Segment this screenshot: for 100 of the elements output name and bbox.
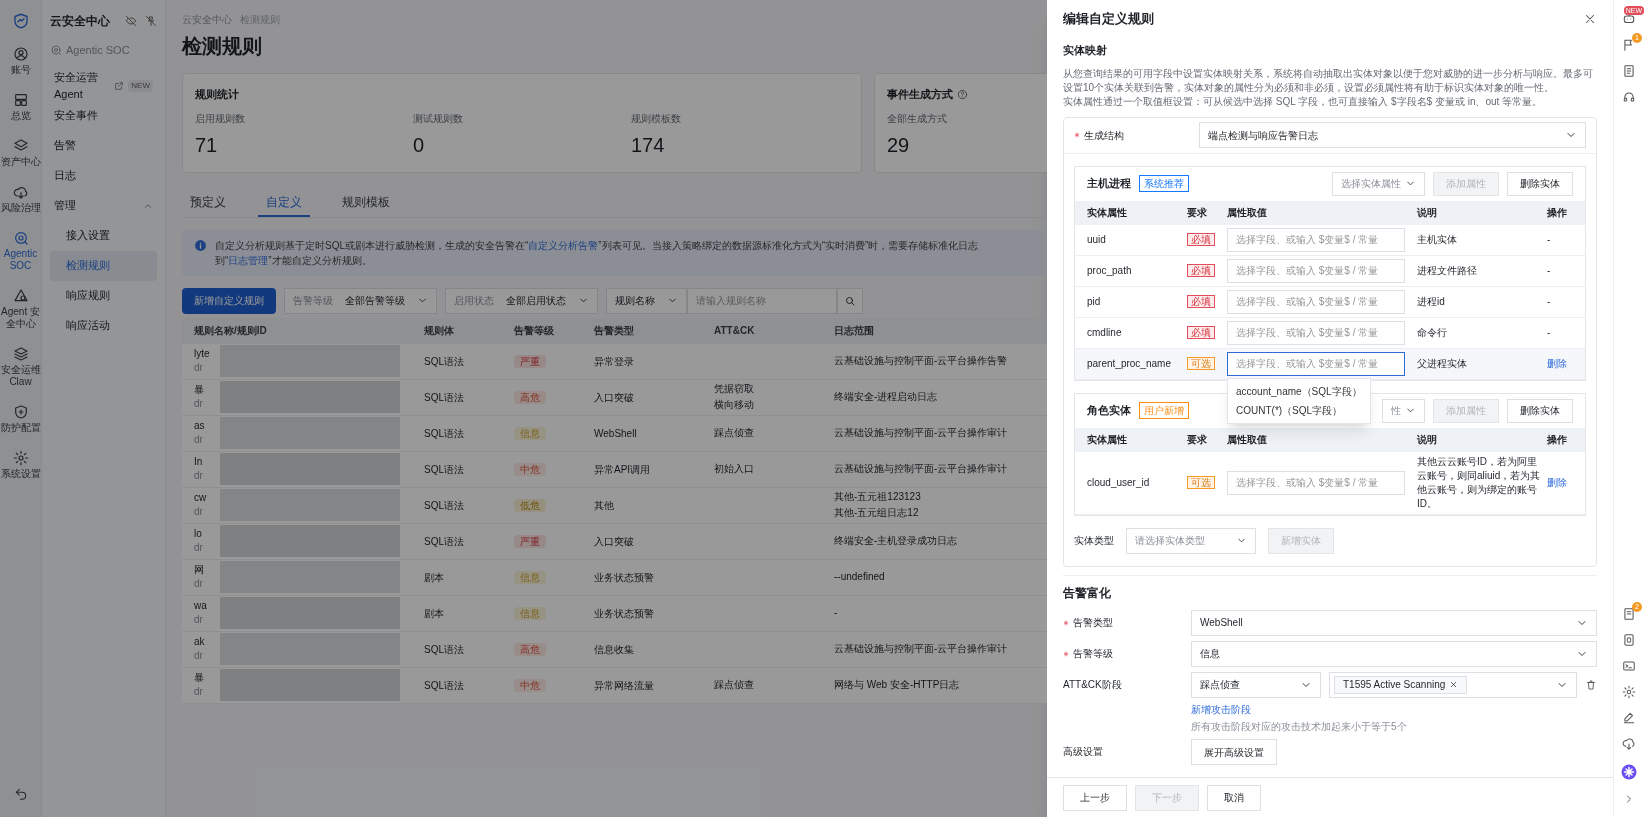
nav-rail-item[interactable]: 防护配置	[0, 400, 41, 438]
remove-icon[interactable]	[1449, 680, 1459, 689]
requirement-tag: 可选	[1187, 476, 1215, 489]
rule-name[interactable]: 暴	[194, 671, 216, 685]
robot-icon[interactable]	[1622, 12, 1636, 26]
field-label: 生成结构	[1084, 128, 1124, 143]
undo-icon[interactable]	[13, 787, 28, 801]
pen-icon[interactable]	[1622, 711, 1636, 725]
delete-entity-button[interactable]: 删除实体	[1507, 398, 1573, 423]
shield-logo-icon[interactable]	[11, 12, 30, 30]
dropdown-option[interactable]: COUNT(*)（SQL字段）	[1228, 400, 1370, 420]
rule-id: dr	[194, 613, 204, 627]
terminal-icon[interactable]	[1622, 659, 1636, 673]
close-icon[interactable]	[1583, 12, 1597, 26]
column-header: 实体属性	[1087, 433, 1128, 447]
document-icon[interactable]	[1622, 64, 1636, 78]
document-icon[interactable]	[1622, 607, 1636, 621]
delete-link[interactable]: 删除	[1547, 358, 1567, 369]
metric-label: 全部生成方式	[887, 111, 948, 126]
table-cell-text: 云基础设施与控制平面-云平台操作告警	[834, 354, 1009, 368]
sidebar-item[interactable]: 响应活动	[50, 310, 157, 341]
nav-rail-item[interactable]: 风险治理	[0, 180, 41, 218]
stage-select[interactable]: 踩点侦查	[1191, 671, 1321, 698]
sidebar-item-label[interactable]: 安全运营 Agent	[54, 69, 115, 102]
sidebar-item[interactable]: 响应规则	[50, 280, 157, 311]
delete-entity-button[interactable]: 删除实体	[1507, 171, 1573, 196]
menu-group-toggle[interactable]: 管理	[50, 190, 157, 221]
rule-id: dr	[194, 505, 204, 519]
target-icon	[12, 230, 29, 246]
attribute-select[interactable]: 性	[1382, 398, 1425, 423]
tab[interactable]: 自定义	[258, 188, 310, 217]
filter-dropdown[interactable]: 启用状态 全部启用状态	[445, 287, 598, 314]
sidebar-item[interactable]: 安全事件	[50, 100, 157, 131]
attribute-description: 主机实体	[1417, 232, 1458, 247]
requirement-tag: 可选	[1187, 357, 1215, 370]
trash-icon[interactable]	[1585, 678, 1597, 691]
nav-rail-item[interactable]: 系统设置	[0, 446, 41, 484]
tab[interactable]: 规则模板	[334, 188, 398, 217]
rule-name[interactable]: 网	[194, 563, 216, 577]
rule-id: dr	[194, 685, 204, 699]
nav-rail-item[interactable]: 资产中心	[0, 134, 41, 172]
table-cell-text: SQL语法	[424, 642, 465, 657]
rule-name[interactable]: cw	[194, 491, 216, 505]
rule-name[interactable]: as	[194, 419, 216, 433]
tab[interactable]: 预定义	[182, 188, 234, 217]
search-button[interactable]	[837, 287, 863, 314]
column-header: 告警类型	[594, 324, 635, 338]
input-field[interactable]: 选择字段、或输入 $变量$ / 常量	[1227, 351, 1405, 376]
select-field[interactable]: 信息	[1191, 640, 1597, 667]
cloud-download-icon[interactable]	[1622, 737, 1636, 751]
technique-chip[interactable]: T1595 Active Scanning	[1334, 675, 1468, 694]
footer-button[interactable]: 上一步	[1063, 784, 1127, 811]
sidebar-item[interactable]: 日志	[50, 160, 157, 191]
filter-dropdown[interactable]: 告警等级 全部告警等级	[284, 287, 437, 314]
delete-link[interactable]: 删除	[1547, 477, 1567, 488]
gear-icon[interactable]	[1622, 685, 1636, 699]
eye-off-icon[interactable]	[125, 15, 137, 27]
rule-name[interactable]: ak	[194, 635, 216, 649]
footer-button[interactable]: 取消	[1207, 784, 1261, 811]
nav-rail-item[interactable]: 安全运维 Claw	[0, 342, 41, 392]
attribute-select[interactable]: 选择实体属性	[1332, 171, 1425, 196]
column-header: 说明	[1417, 206, 1438, 220]
pin-off-icon[interactable]	[145, 15, 157, 27]
headset-icon[interactable]	[1622, 90, 1636, 104]
search-field-select[interactable]: 规则名称	[606, 287, 687, 314]
notice-link[interactable]: 日志管理	[228, 254, 269, 266]
stats-title: 事件生成方式	[887, 87, 953, 102]
triangle-icon	[12, 288, 29, 304]
create-rule-button[interactable]: 新增自定义规则	[182, 287, 276, 314]
structure-select[interactable]: 端点检测与响应告警日志	[1199, 122, 1586, 148]
expand-settings-button[interactable]: 展开高级设置	[1191, 739, 1277, 765]
entity-type-select[interactable]: 请选择实体类型	[1126, 527, 1256, 554]
rule-name[interactable]: 暴	[194, 383, 216, 397]
nav-rail-item[interactable]: 账号	[0, 42, 41, 80]
notice-link[interactable]: 自定义分析告警	[528, 239, 599, 251]
select-field[interactable]: WebShell	[1191, 609, 1597, 636]
rule-name[interactable]: lo	[194, 527, 216, 541]
external-link-icon[interactable]	[114, 80, 125, 91]
nav-rail-item[interactable]: Agent 安全中心	[0, 284, 41, 334]
help-icon[interactable]	[957, 88, 968, 100]
metric-value: 71	[195, 132, 219, 158]
rule-name[interactable]: In	[194, 455, 216, 469]
nav-rail-item[interactable]: 总览	[0, 88, 41, 126]
sparkle-logo-icon[interactable]	[1620, 763, 1638, 781]
nav-rail-item[interactable]: Agentic SOC	[0, 226, 41, 276]
field-label: 实体类型	[1074, 534, 1114, 548]
field-label: 告警类型	[1073, 616, 1113, 630]
table-cell-text: SQL语法	[424, 426, 465, 441]
dropdown-option[interactable]: account_name（SQL字段）	[1228, 381, 1370, 401]
rule-name[interactable]: lyte	[194, 347, 216, 361]
metric-value: 0	[413, 132, 426, 158]
sidebar-item[interactable]: 告警	[50, 130, 157, 161]
metric-label: 规则模板数	[631, 111, 682, 126]
rule-name[interactable]: wa	[194, 599, 216, 613]
sidebar-item[interactable]: 接入设置	[50, 220, 157, 251]
add-stage-link[interactable]: 新增攻击阶段	[1191, 701, 1597, 717]
technique-select[interactable]: T1595 Active Scanning	[1329, 671, 1577, 698]
description-text: 实体属性通过一个取值框设置：可从候选中选择 SQL 字段，也可直接输入 $字段名$ 变量或 in、out 等常量。	[1063, 94, 1544, 109]
metric-label: 启用规则数	[195, 111, 246, 126]
requirement-tag: 必填	[1187, 233, 1215, 246]
